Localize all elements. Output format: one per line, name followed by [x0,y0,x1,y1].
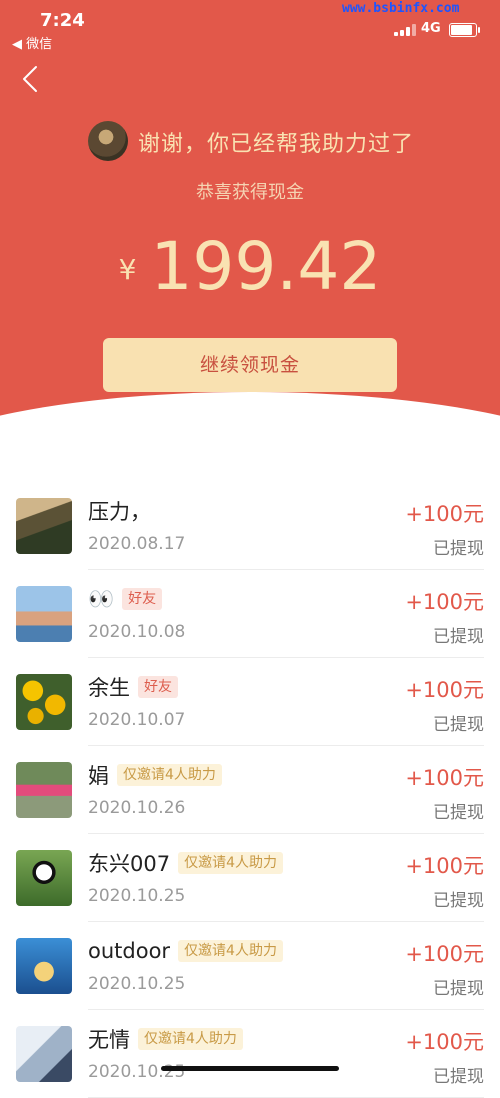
help-date: 2020.10.07 [88,710,186,730]
user-name: 压力， [88,500,151,524]
hero-curve [0,392,500,470]
battery-icon [449,23,480,37]
reward-amount: +100元 [405,766,484,790]
status-bar: 7:24 ◀ 微信 www.bsbinfx.com 4G [0,0,500,56]
reward-amount: +100元 [405,502,484,526]
help-date: 2020.10.25 [88,886,186,906]
continue-cash-button[interactable]: 继续领现金 [103,338,397,392]
helper-message: 谢谢，你已经帮我助力过了 [138,132,415,157]
user-avatar [16,938,72,994]
user-avatar [16,1026,72,1082]
withdraw-status: 已提现 [433,1067,484,1087]
name-line: 娟 仅邀请4人助力 [88,760,222,790]
reward-amount: +100元 [405,590,484,614]
withdraw-status: 已提现 [433,891,484,911]
status-time: 7:24 [40,10,85,31]
back-button[interactable] [14,62,48,96]
reward-amount: +100元 [405,678,484,702]
name-line: 压力， [88,496,151,526]
help-date: 2020.10.25 [88,1062,186,1082]
reward-amount: +100元 [405,1030,484,1054]
home-indicator[interactable] [161,1066,339,1071]
name-line: 无情 仅邀请4人助力 [88,1024,243,1054]
list-item[interactable]: 娟 仅邀请4人助力 2020.10.26 +100元 已提现 [0,746,500,834]
chevron-left-icon [23,66,37,92]
user-name: 娟 [88,764,109,788]
name-line: outdoor 仅邀请4人助力 [88,936,283,966]
user-avatar [16,586,72,642]
helper-avatar [88,121,128,161]
user-tag: 仅邀请4人助力 [138,1028,243,1050]
withdraw-status: 已提现 [433,979,484,999]
list-item[interactable]: outdoor 仅邀请4人助力 2020.10.25 +100元 已提现 [0,922,500,1010]
currency-symbol: ¥ [118,253,137,286]
help-date: 2020.10.08 [88,622,186,642]
congrats-text: 恭喜获得现金 [196,182,304,203]
withdraw-status: 已提现 [433,627,484,647]
cash-amount: ¥199.42 [0,228,500,305]
withdraw-status: 已提现 [433,715,484,735]
watermark: www.bsbinfx.com [342,1,460,16]
user-tag: 仅邀请4人助力 [178,940,283,962]
list-item[interactable]: 压力， 2020.08.17 +100元 已提现 [0,482,500,570]
amount-value: 199.42 [150,228,382,305]
hero-section: 7:24 ◀ 微信 www.bsbinfx.com 4G 谢谢，你已经帮我助力过… [0,0,500,470]
user-avatar [16,498,72,554]
list-item[interactable]: 余生 好友 2020.10.07 +100元 已提现 [0,658,500,746]
reward-amount: +100元 [405,854,484,878]
back-to-wechat-link[interactable]: ◀ 微信 [12,33,52,52]
list-item[interactable]: 东兴007 仅邀请4人助力 2020.10.25 +100元 已提现 [0,834,500,922]
user-tag: 好友 [138,676,178,698]
user-tag: 仅邀请4人助力 [178,852,284,874]
help-date: 2020.10.26 [88,798,186,818]
user-avatar [16,674,72,730]
user-avatar [16,762,72,818]
name-line: 👀 好友 [88,584,163,614]
user-name: 余生 [88,676,130,700]
withdraw-status: 已提现 [433,803,484,823]
reward-amount: +100元 [405,942,484,966]
withdraw-status: 已提现 [433,539,484,559]
name-line: 东兴007 仅邀请4人助力 [88,848,284,878]
name-line: 余生 好友 [88,672,178,702]
user-name: outdoor [88,939,171,963]
user-tag: 仅邀请4人助力 [117,764,222,786]
help-date: 2020.08.17 [88,534,186,554]
user-name: 东兴007 [88,852,171,876]
list-item[interactable]: 👀 好友 2020.10.08 +100元 已提现 [0,570,500,658]
user-name: 无情 [88,1028,130,1052]
signal-icon [394,24,416,36]
network-type: 4G [421,21,441,36]
user-tag: 好友 [122,588,163,610]
helper-list: 压力， 2020.08.17 +100元 已提现 👀 好友 2020.10.08… [0,482,500,1098]
help-date: 2020.10.25 [88,974,186,994]
helper-banner: 谢谢，你已经帮我助力过了 [0,118,500,164]
list-item[interactable]: 无情 仅邀请4人助力 2020.10.25 +100元 已提现 [0,1010,500,1098]
user-avatar [16,850,72,906]
user-name: 👀 [88,586,115,611]
